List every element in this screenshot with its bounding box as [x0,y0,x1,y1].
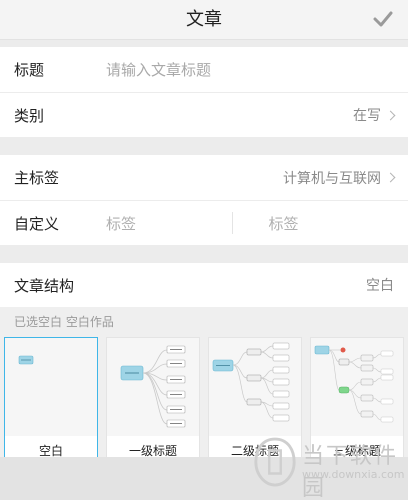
tag-input-1[interactable]: 标签 [106,213,232,234]
top-bar: 文章 [0,0,408,40]
template-preview [107,338,199,436]
template-card-blank[interactable]: 空白 [4,337,98,467]
tag-divider [231,212,233,234]
category-row[interactable]: 类别 在写 [0,92,408,137]
title-row[interactable]: 标题 请输入文章标题 [0,47,408,92]
chevron-right-icon [385,110,396,120]
basic-info-section: 标题 请输入文章标题 类别 在写 [0,47,408,137]
structure-label: 文章结构 [14,276,75,295]
template-preview [209,338,301,436]
chevron-right-icon [385,172,396,183]
tags-section: 主标签 计算机与互联网 自定义 标签 标签 [0,155,408,245]
structure-value[interactable]: 空白 [366,275,394,295]
selection-hint: 已选空白 空白作品 [0,307,408,337]
custom-tags-row: 自定义 标签 标签 [0,200,408,245]
mindmap-blank-thumbnail [18,355,34,365]
custom-label: 自定义 [14,214,60,233]
main-tag-row[interactable]: 主标签 计算机与互联网 [0,155,408,200]
page-title: 文章 [186,9,222,30]
check-icon[interactable] [372,8,394,30]
watermark-url: www.downxia.com [302,468,405,481]
structure-section: 文章结构 空白 [0,263,408,307]
structure-row[interactable]: 文章结构 空白 [0,263,408,307]
watermark: 当下软件园 www.downxia.com [252,434,405,500]
title-label: 标题 [14,61,45,79]
main-tag-value[interactable]: 计算机与互联网 [283,168,396,188]
main-tag-value-text: 计算机与互联网 [283,170,381,187]
category-value-text: 在写 [353,108,381,124]
template-preview [311,338,403,436]
category-value[interactable]: 在写 [353,105,396,125]
category-label: 类别 [14,106,45,125]
mindmap-level1-thumbnail [120,345,186,428]
mindmap-level3-thumbnail [314,345,394,423]
title-input[interactable]: 请输入文章标题 [106,59,394,80]
watermark-logo-icon [254,437,296,487]
template-preview [5,338,97,436]
main-tag-label: 主标签 [14,169,60,187]
template-card-level1[interactable]: 一级标题 [106,337,200,467]
mindmap-level2-thumbnail [212,342,290,422]
tag-input-2[interactable]: 标签 [269,213,395,234]
